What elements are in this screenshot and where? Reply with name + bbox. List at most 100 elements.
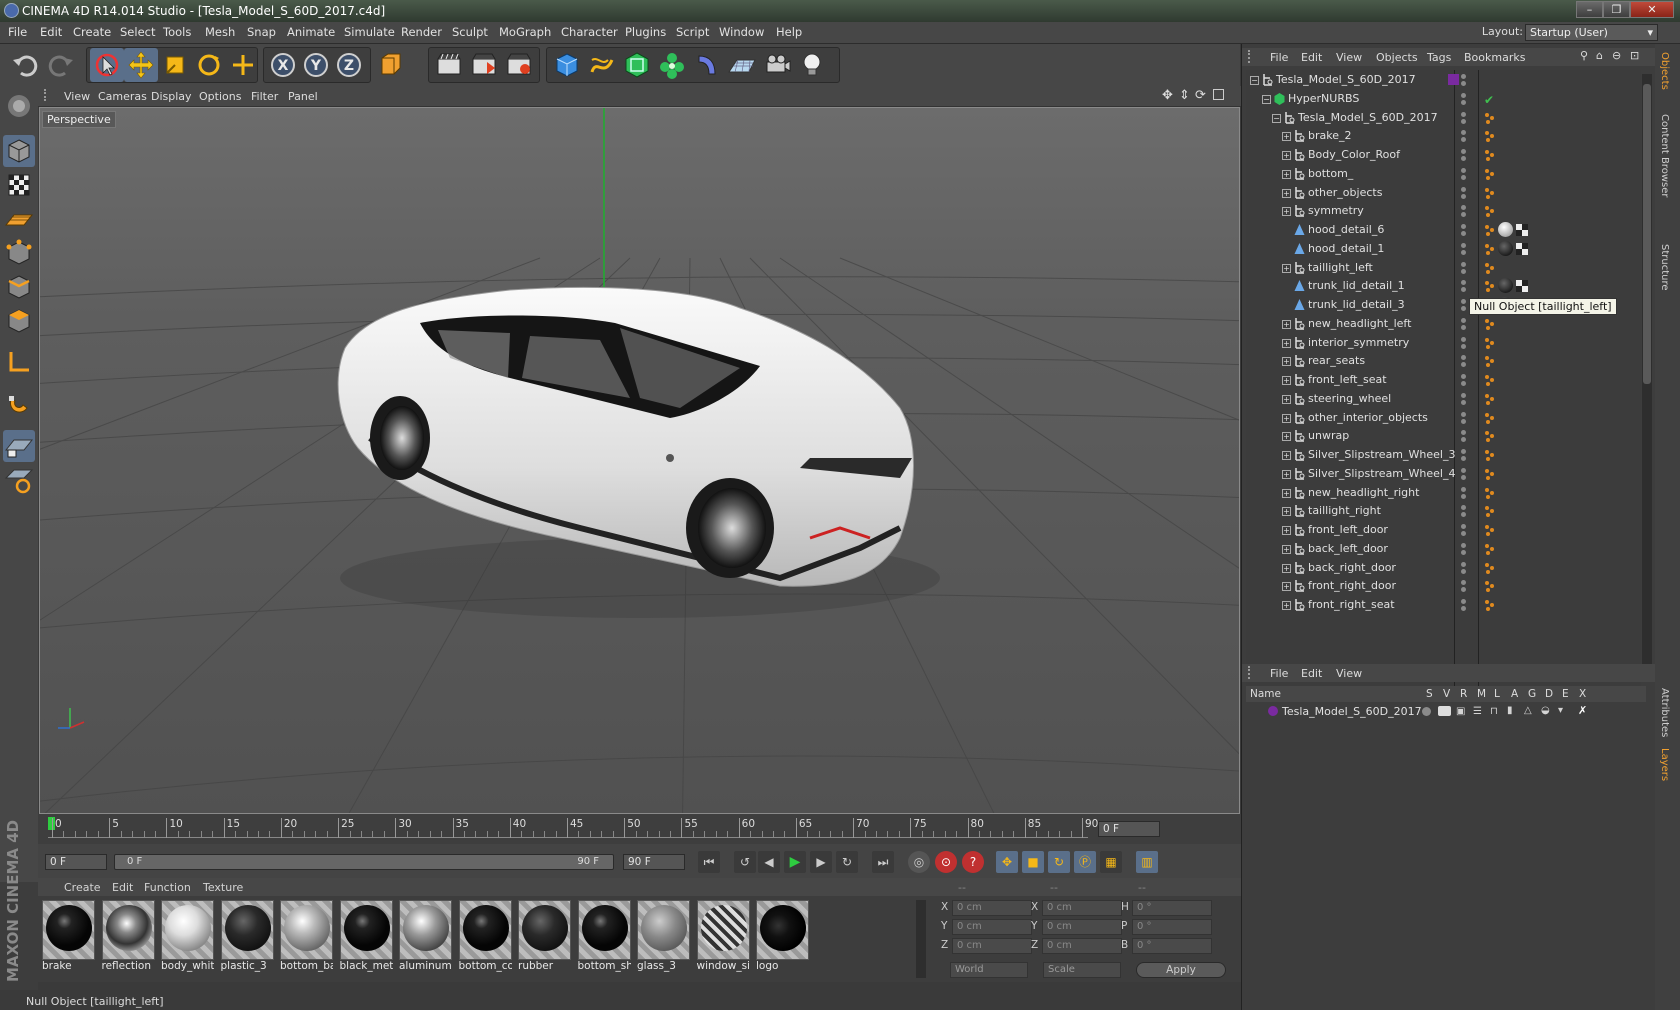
coord-value-field[interactable]: 0 cm: [952, 919, 1032, 935]
phong-tag-icon[interactable]: [1484, 149, 1496, 161]
expand-toggle-icon[interactable]: +: [1282, 488, 1291, 498]
object-row[interactable]: + other_interior_objects: [1246, 408, 1641, 428]
layer-col-g[interactable]: G: [1528, 688, 1536, 700]
visibility-dots-icon[interactable]: [1460, 149, 1468, 161]
object-row[interactable]: + Body_Color_Roof: [1246, 145, 1641, 165]
layout-select[interactable]: Startup (User) ▾: [1525, 24, 1658, 41]
visibility-dots-icon[interactable]: [1460, 449, 1468, 461]
layer-name[interactable]: Tesla_Model_S_60D_2017: [1282, 705, 1422, 718]
layer-col-name[interactable]: Name: [1250, 688, 1281, 700]
visibility-dots-icon[interactable]: [1460, 467, 1468, 480]
coord-value-field[interactable]: 0 cm: [952, 938, 1032, 954]
phong-tag-icon[interactable]: [1484, 580, 1496, 593]
object-name[interactable]: brake_2: [1308, 129, 1352, 142]
visibility-dots-icon[interactable]: [1460, 542, 1468, 555]
tab-layers[interactable]: Layers: [1659, 748, 1670, 781]
material-swatch[interactable]: rubber: [516, 898, 573, 980]
menu-select[interactable]: Select: [120, 25, 155, 39]
model-mode-icon[interactable]: [3, 135, 35, 167]
coord-size-select[interactable]: Scale: [1043, 962, 1121, 978]
object-name[interactable]: symmetry: [1308, 204, 1364, 217]
cloner-icon[interactable]: [655, 48, 689, 82]
object-name[interactable]: front_left_door: [1308, 523, 1388, 536]
object-row[interactable]: + back_right_door: [1246, 558, 1641, 578]
key-pla-icon[interactable]: ▦: [1100, 851, 1122, 873]
object-row[interactable]: trunk_lid_detail_1: [1246, 276, 1641, 296]
layer-tag-icon[interactable]: [1448, 74, 1459, 85]
om-menu-edit[interactable]: Edit: [1301, 51, 1322, 64]
object-row[interactable]: + front_left_seat: [1246, 370, 1641, 390]
object-row[interactable]: − Tesla_Model_S_60D_2017: [1246, 70, 1641, 90]
object-row[interactable]: + new_headlight_right: [1246, 483, 1641, 503]
layer-color-swatch[interactable]: [1268, 706, 1278, 716]
visibility-dots-icon[interactable]: [1460, 580, 1468, 593]
phong-tag-icon[interactable]: [1484, 168, 1496, 180]
layer-col-d[interactable]: D: [1545, 688, 1553, 700]
object-row[interactable]: + back_left_door: [1246, 539, 1641, 559]
search-icon[interactable]: ⚲: [1580, 49, 1588, 62]
object-row[interactable]: + Silver_Slipstream_Wheel_3: [1246, 445, 1641, 465]
minimize-button[interactable]: –: [1576, 1, 1603, 18]
object-name[interactable]: new_headlight_right: [1308, 486, 1419, 499]
phong-tag-icon[interactable]: [1484, 278, 1528, 294]
visibility-dots-icon[interactable]: [1460, 224, 1468, 236]
expand-toggle-icon[interactable]: +: [1282, 132, 1291, 142]
phong-tag-icon[interactable]: [1484, 374, 1496, 386]
key-parameter-icon[interactable]: Ⓟ: [1074, 851, 1096, 873]
scrollbar-thumb[interactable]: [1643, 84, 1651, 384]
viewport[interactable]: Perspective: [39, 107, 1240, 814]
expand-toggle-icon[interactable]: +: [1282, 601, 1291, 610]
visibility-dots-icon[interactable]: [1460, 392, 1468, 405]
object-name[interactable]: HyperNURBS: [1288, 92, 1359, 105]
object-name[interactable]: unwrap: [1308, 429, 1349, 442]
expand-toggle-icon[interactable]: +: [1282, 469, 1291, 479]
rotate-icon[interactable]: [192, 48, 226, 82]
phong-tag-icon[interactable]: [1484, 205, 1496, 218]
camera-icon[interactable]: [760, 48, 794, 82]
live-selection-icon[interactable]: [90, 48, 124, 82]
object-row[interactable]: + rear_seats: [1246, 351, 1641, 371]
menu-snap[interactable]: Snap: [247, 25, 276, 39]
object-name[interactable]: back_right_door: [1308, 561, 1396, 574]
prev-frame-icon[interactable]: ◀: [758, 851, 780, 873]
layer-col-r[interactable]: R: [1460, 688, 1467, 700]
solo-icon[interactable]: [1422, 707, 1431, 716]
expand-toggle-icon[interactable]: +: [1282, 563, 1291, 573]
current-frame-field[interactable]: 0 F: [1098, 821, 1160, 837]
om-menu-view[interactable]: View: [1336, 51, 1362, 64]
expand-toggle-icon[interactable]: +: [1282, 151, 1291, 160]
cube-icon[interactable]: [550, 48, 584, 82]
visibility-dots-icon[interactable]: [1460, 411, 1468, 424]
phong-tag-icon[interactable]: [1484, 187, 1496, 199]
viewport-menu-view[interactable]: View: [64, 90, 90, 103]
points-mode-icon[interactable]: [3, 237, 35, 269]
timeline-ruler[interactable]: 0 5 10 15 20 25 30 35 40 45 50 55 60 65 70 75 80 85 90 0 F: [38, 814, 1241, 844]
object-row[interactable]: + front_right_seat: [1246, 595, 1641, 615]
lock-icon[interactable]: ⊓: [1490, 706, 1498, 717]
edges-mode-icon[interactable]: [3, 271, 35, 303]
visibility-dots-icon[interactable]: [1460, 336, 1468, 349]
viewport-menu-cameras[interactable]: Cameras: [98, 90, 147, 103]
menu-script[interactable]: Script: [676, 25, 709, 39]
visibility-dots-icon[interactable]: [1460, 317, 1468, 330]
expand-toggle-icon[interactable]: +: [1282, 169, 1291, 179]
layer-col-l[interactable]: L: [1494, 688, 1500, 700]
menu-mesh[interactable]: Mesh: [205, 25, 235, 39]
expand-toggle-icon[interactable]: +: [1282, 207, 1291, 217]
expand-toggle-icon[interactable]: +: [1282, 338, 1291, 348]
phong-tag-icon[interactable]: [1484, 393, 1496, 405]
transform-icon[interactable]: [226, 48, 260, 82]
scale-icon[interactable]: [158, 48, 192, 82]
phong-tag-icon[interactable]: [1484, 337, 1496, 349]
visibility-dots-icon[interactable]: [1460, 486, 1468, 499]
menu-plugins[interactable]: Plugins: [625, 25, 666, 39]
om-menu-tags[interactable]: Tags: [1427, 51, 1451, 64]
lm-menu-view[interactable]: View: [1336, 667, 1362, 680]
coordinate-system-icon[interactable]: [374, 48, 408, 82]
expand-toggle-icon[interactable]: +: [1282, 376, 1291, 385]
visibility-dots-icon[interactable]: [1460, 561, 1468, 574]
om-menu-objects[interactable]: Objects: [1376, 51, 1418, 64]
material-swatch[interactable]: aluminum: [397, 898, 454, 980]
expand-toggle-icon[interactable]: −: [1262, 94, 1271, 104]
snap-icon[interactable]: [3, 388, 35, 420]
